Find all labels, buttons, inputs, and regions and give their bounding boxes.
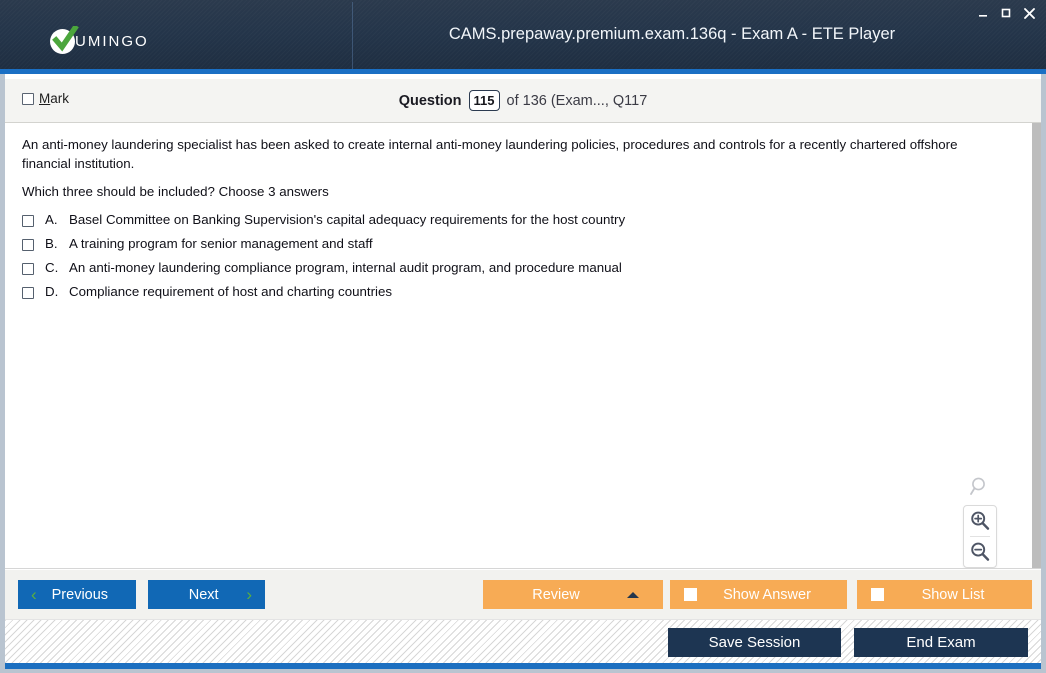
mark-label: Mark xyxy=(39,91,70,106)
close-icon[interactable] xyxy=(1018,3,1040,23)
maximize-icon[interactable] xyxy=(995,3,1017,23)
answer-option-d[interactable]: D. Compliance requirement of host and ch… xyxy=(22,284,982,308)
answer-text-c: An anti-money laundering compliance prog… xyxy=(69,260,622,275)
show-answer-label: Show Answer xyxy=(723,586,811,603)
answer-letter-d: D. xyxy=(45,284,59,299)
answer-option-b[interactable]: B. A training program for senior managem… xyxy=(22,236,982,260)
answer-text-d: Compliance requirement of host and chart… xyxy=(69,284,392,299)
chevron-right-icon: › xyxy=(246,585,252,604)
logo-badge xyxy=(50,25,79,56)
show-answer-toggle[interactable]: Show Answer xyxy=(670,580,847,609)
answer-option-c[interactable]: C. An anti-money laundering compliance p… xyxy=(22,260,982,284)
checkmark-icon xyxy=(52,25,79,52)
window-frame-right xyxy=(1041,74,1046,669)
content-right-edge xyxy=(1032,123,1041,569)
show-list-checkbox[interactable] xyxy=(871,588,884,601)
minimize-icon[interactable] xyxy=(972,3,994,23)
mark-checkbox-group[interactable]: Mark xyxy=(22,91,69,106)
next-button-label: Next xyxy=(188,586,219,603)
zoom-controls xyxy=(963,472,997,568)
question-prompt-text: Which three should be included? Choose 3… xyxy=(22,184,329,199)
show-list-toggle[interactable]: Show List xyxy=(857,580,1032,609)
chevron-up-icon xyxy=(627,592,639,598)
zoom-in-icon[interactable] xyxy=(964,506,996,536)
zoom-out-icon[interactable] xyxy=(964,537,996,567)
show-answer-checkbox[interactable] xyxy=(684,588,697,601)
answer-text-b: A training program for senior management… xyxy=(69,236,373,251)
footer-striped-area: Save Session End Exam xyxy=(5,619,1041,663)
question-body-text: An anti-money laundering specialist has … xyxy=(22,137,958,171)
answer-letter-a: A. xyxy=(45,212,58,227)
question-total-label: of 136 (Exam..., Q117 xyxy=(506,92,648,109)
question-header-bar: Mark Question 115 of 136 (Exam..., Q117 xyxy=(5,79,1041,123)
show-list-label: Show List xyxy=(921,586,985,603)
review-button-label: Review xyxy=(532,586,580,603)
end-exam-button[interactable]: End Exam xyxy=(854,628,1028,657)
window-title: CAMS.prepaway.premium.exam.136q - Exam A… xyxy=(448,25,896,43)
answer-options-list: A. Basel Committee on Banking Supervisio… xyxy=(22,212,982,308)
answer-checkbox-a[interactable] xyxy=(22,215,34,227)
previous-button[interactable]: ‹ Previous xyxy=(18,580,136,609)
vumingo-logo: UMINGO xyxy=(50,25,149,56)
window-frame-left xyxy=(0,74,5,669)
save-session-button[interactable]: Save Session xyxy=(668,628,841,657)
window-controls xyxy=(972,3,1040,23)
title-bar: UMINGO CAMS.prepaway.premium.exam.136q -… xyxy=(0,0,1046,74)
answer-checkbox-d[interactable] xyxy=(22,287,34,299)
logo-text: UMINGO xyxy=(75,32,149,50)
question-content-area: An anti-money laundering specialist has … xyxy=(5,123,1041,569)
answer-text-a: Basel Committee on Banking Supervision's… xyxy=(69,212,626,227)
mark-accel: M xyxy=(39,91,51,106)
next-button[interactable]: Next › xyxy=(148,580,265,609)
answer-option-a[interactable]: A. Basel Committee on Banking Supervisio… xyxy=(22,212,982,236)
content-bottom-edge xyxy=(5,568,1041,569)
review-button[interactable]: Review xyxy=(483,580,663,609)
window-frame-bottom xyxy=(0,669,1046,673)
question-number-input[interactable]: 115 xyxy=(468,90,500,111)
ete-player-window: UMINGO CAMS.prepaway.premium.exam.136q -… xyxy=(0,0,1046,673)
answer-checkbox-b[interactable] xyxy=(22,239,34,251)
question-counter: Question 115 of 136 (Exam..., Q117 xyxy=(5,90,1041,111)
answer-letter-b: B. xyxy=(45,236,58,251)
previous-button-label: Previous xyxy=(51,586,109,603)
question-word-label: Question xyxy=(398,92,462,109)
answer-checkbox-c[interactable] xyxy=(22,263,34,275)
magnifier-icon[interactable] xyxy=(963,472,997,502)
answer-letter-c: C. xyxy=(45,260,59,275)
zoom-button-group xyxy=(963,505,997,568)
mark-checkbox[interactable] xyxy=(22,92,34,105)
bottom-toolbar: ‹ Previous Next › Review Show Answer Sho… xyxy=(5,570,1041,619)
